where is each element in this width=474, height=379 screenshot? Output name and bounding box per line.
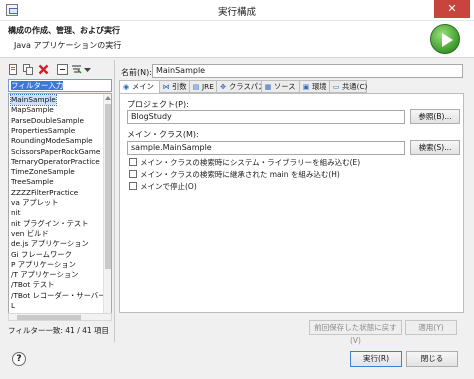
tab-common[interactable]: ▭ 共通(C) [329,80,367,93]
tree-item[interactable]: va アプレット [11,198,59,208]
tree-vertical-scrollbar[interactable] [103,94,111,320]
collapse-all-icon[interactable] [57,64,68,75]
classpath-tab-icon: ✥ [220,83,226,91]
environment-tab-icon: ▣ [302,83,310,91]
tab-label: JRE [202,82,214,91]
tab-classpath[interactable]: ✥ クラスパス [216,80,266,93]
tab-environment[interactable]: ▣ 環境 [299,80,331,93]
tree-item[interactable]: ven ビルド [11,229,49,239]
checkbox-label: メイン・クラスの検索時にシステム・ライブラリーを組み込む(E) [140,158,361,167]
header-subtitle: Java アプリケーションの実行 [14,41,122,50]
tree-item[interactable]: /TBot テスト [11,280,54,290]
search-button[interactable]: 検索(S)... [410,140,460,155]
tree-item[interactable]: nit [11,208,21,218]
filter-placeholder: フィルター入力 [11,81,64,90]
filter-status: フィルター一致: 41 / 41 項目 [8,326,110,335]
dialog-header: 構成の作成、管理、および実行 Java アプリケーションの実行 [0,21,474,57]
common-tab-icon: ▭ [332,83,340,91]
checkbox-box[interactable] [129,182,137,190]
title-bar: 実行構成 ✕ [0,0,474,21]
checkbox-label: メインで停止(O) [140,182,197,191]
checkbox-box[interactable] [129,158,137,166]
run-button[interactable]: 実行(R) [350,351,402,367]
jre-tab-icon: ▤ [192,83,200,91]
main-class-input[interactable]: sample.MainSample [127,141,405,155]
close-window-button[interactable]: ✕ [434,0,470,18]
project-label: プロジェクト(P): [127,100,189,109]
tree-item[interactable]: PropertiesSample [11,126,75,136]
config-tabs: ◉ メイン ⋈ 引数 ▤ JRE ✥ クラスパス ▦ ソース ▣ 環境 ▭ 共通(C) [119,80,464,94]
tree-scroll-thumb[interactable] [105,104,111,269]
tree-item[interactable]: RoundingModeSample [11,136,93,146]
main-tab-panel: プロジェクト(P): BlogStudy 参照(B)... メイン・クラス(M)… [119,93,464,313]
revert-button[interactable]: 前回保存した状態に戻す(V) [309,320,402,345]
duplicate-icon[interactable] [23,64,34,75]
header-title: 構成の作成、管理、および実行 [8,26,120,35]
checkbox-box[interactable] [129,170,137,178]
include-inherited-mains-checkbox[interactable]: メイン・クラスの検索時に継承された main を組み込む(H) [129,170,340,180]
tree-item[interactable]: P アプリケーション [11,260,76,270]
delete-icon[interactable] [38,64,49,75]
window-title: 実行構成 [217,7,256,18]
tree-item[interactable]: de.js アプリケーション [11,239,89,249]
tree-item[interactable]: MapSample [11,105,54,115]
checkbox-label: メイン・クラスの検索時に継承された main を組み込む(H) [140,170,340,179]
dropdown-icon[interactable] [82,64,93,75]
tree-item[interactable]: L [11,301,15,311]
scroll-up-icon[interactable] [105,96,111,100]
tab-jre[interactable]: ▤ JRE [189,80,218,93]
tab-label: ソース [274,82,296,91]
project-input[interactable]: BlogStudy [127,110,405,124]
help-icon[interactable]: ? [12,352,26,366]
close-button[interactable]: 閉じる [406,351,458,367]
tree-item[interactable]: Gi フレームワーク [11,250,72,260]
filter-input[interactable]: フィルター入力 [8,79,112,92]
run-icon [430,24,460,54]
tab-label: クラスパス [229,82,266,91]
tab-label: メイン [132,82,154,91]
tree-item[interactable]: /TBot レコーダー・サーバー [11,291,105,301]
source-tab-icon: ▦ [264,83,272,91]
filter-icon[interactable] [71,64,82,75]
browse-button[interactable]: 参照(B)... [410,109,460,124]
tree-item[interactable]: nit プラグイン・テスト [11,219,89,229]
tree-item[interactable]: TreeSample [11,177,54,187]
tree-item[interactable]: MainSample [10,94,57,106]
tab-main[interactable]: ◉ メイン [119,80,161,94]
tab-label: 環境 [312,82,327,91]
pane-splitter[interactable] [114,60,115,342]
tree-horizontal-scrollbar[interactable] [8,313,112,321]
name-label: 名前(N): [121,68,152,77]
name-input[interactable]: MainSample [152,64,463,78]
main-tab-icon: ◉ [122,83,130,91]
arguments-tab-icon: ⋈ [162,83,170,91]
tab-source[interactable]: ▦ ソース [261,80,301,93]
tree-item[interactable]: ZZZZFilterPractice [11,188,78,198]
tab-label: 共通(C) [342,82,368,91]
tree-hscroll-thumb[interactable] [17,315,81,320]
config-tree[interactable]: MainSample MapSample ParseDoubleSample Prop… [8,93,112,321]
tab-label: 引数 [172,82,187,91]
new-config-icon[interactable] [8,64,19,75]
tree-item[interactable]: ScissorsPaperRockGame [11,147,100,157]
tree-item[interactable]: /T アプリケーション [11,270,78,280]
stop-in-main-checkbox[interactable]: メインで停止(O) [129,182,197,192]
apply-button[interactable]: 適用(Y) [405,320,457,335]
include-system-libraries-checkbox[interactable]: メイン・クラスの検索時にシステム・ライブラリーを組み込む(E) [129,158,360,168]
main-class-label: メイン・クラス(M): [127,130,199,139]
tree-item[interactable]: ParseDoubleSample [11,116,84,126]
tab-arguments[interactable]: ⋈ 引数 [159,80,191,93]
tree-item[interactable]: TimeZoneSample [11,167,75,177]
tree-item[interactable]: TernaryOperatorPractice [11,157,100,167]
